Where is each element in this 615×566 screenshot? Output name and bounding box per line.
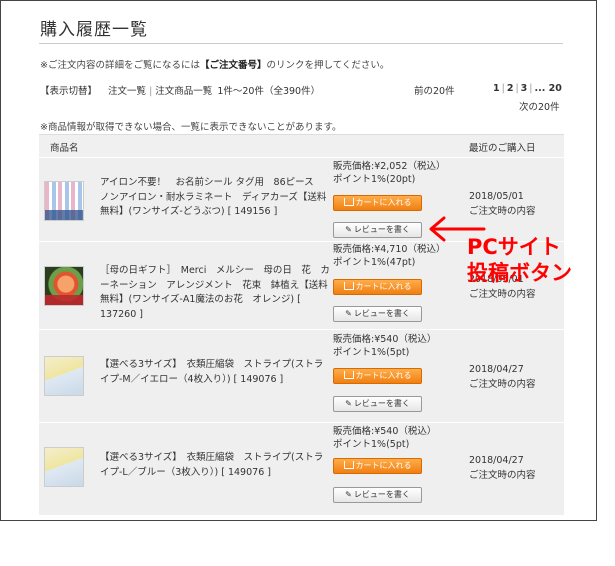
title-divider xyxy=(39,43,563,44)
add-to-cart-button[interactable]: カートに入れる xyxy=(333,368,422,384)
price: 販売価格:¥4,710（税込） ポイント1%(47pt) xyxy=(333,243,445,269)
product-name-link[interactable]: アイロン不要！ お名前シール タグ用 86ピース ノンアイロン・耐水ラミネート … xyxy=(100,176,332,220)
notice-suffix: のリンクを押してください。 xyxy=(266,60,390,71)
table-header: 商品名 最近のご購入日 xyxy=(39,134,564,157)
order-details-link[interactable]: ご注文時の内容 xyxy=(469,469,536,484)
price-text: 販売価格:¥540（税込） xyxy=(333,426,437,437)
page-link-1[interactable]: 1 xyxy=(493,83,500,94)
purchase-date: 2018/04/27 ご注文時の内容 xyxy=(469,454,536,483)
product-name-link[interactable]: 【選べる3サイズ】 衣類圧縮袋 ストライプ(ストライプ-M／イエロー（4枚入り）… xyxy=(100,358,332,387)
write-review-button[interactable]: ✎ レビューを書く xyxy=(333,396,422,412)
points-text: ポイント1%(20pt) xyxy=(333,174,416,185)
view-toolbar: 【表示切替】 注文一覧 | 注文商品一覧 1件～20件（全390件） xyxy=(40,86,321,97)
write-review-button[interactable]: ✎ レビューを書く xyxy=(333,222,422,238)
pagination: 1 | 2 | 3 |... 20 xyxy=(493,83,562,94)
cart-button-label: カートに入れる xyxy=(355,198,412,207)
pencil-icon: ✎ xyxy=(345,399,352,408)
product-thumbnail[interactable] xyxy=(44,356,84,396)
cart-button-label: カートに入れる xyxy=(355,461,412,470)
view-switch-label: 【表示切替】 xyxy=(40,86,98,97)
annotation-line-1: PCサイト xyxy=(467,235,561,259)
points-text: ポイント1%(5pt) xyxy=(333,439,410,450)
unavailable-note: ※商品情報が取得できない場合、一覧に表示できないことがあります。 xyxy=(40,122,342,133)
write-review-button[interactable]: ✎ レビューを書く xyxy=(333,487,422,503)
table-row: 【選べる3サイズ】 衣類圧縮袋 ストライプ(ストライプ-M／イエロー（4枚入り）… xyxy=(39,329,564,422)
add-to-cart-button[interactable]: カートに入れる xyxy=(333,458,422,474)
review-button-label: レビューを書く xyxy=(353,399,410,408)
purchase-date-text: 2018/04/27 xyxy=(469,364,524,375)
cart-button-label: カートに入れる xyxy=(355,371,412,380)
review-button-label: レビューを書く xyxy=(353,490,410,499)
product-thumbnail[interactable] xyxy=(44,447,84,487)
pencil-icon: ✎ xyxy=(345,490,352,499)
notice-prefix: ※ご注文内容の詳細をご覧になるには xyxy=(40,60,200,71)
price: 販売価格:¥540（税込） ポイント1%(5pt) xyxy=(333,425,436,451)
product-name-link[interactable]: ［母の日ギフト］ Merci メルシー 母の日 花 カーネーション アレンジメン… xyxy=(100,264,332,322)
page-title: 購入履歴一覧 xyxy=(40,20,148,40)
purchase-date-text: 2018/04/27 xyxy=(469,455,524,466)
page-frame: 購入履歴一覧 ※ご注文内容の詳細をご覧になるには【ご注文番号】のリンクを押してく… xyxy=(0,0,597,521)
review-button-label: レビューを書く xyxy=(353,225,410,234)
detail-notice: ※ご注文内容の詳細をご覧になるには【ご注文番号】のリンクを押してください。 xyxy=(40,57,389,71)
price: 販売価格:¥540（税込） ポイント1%(5pt) xyxy=(333,333,436,359)
product-name-link[interactable]: 【選べる3サイズ】 衣類圧縮袋 ストライプ(ストライプ-L／ブルー（3枚入り）)… xyxy=(100,451,332,480)
points-text: ポイント1%(47pt) xyxy=(333,257,416,268)
result-range: 1件～20件（全390件） xyxy=(217,86,321,97)
table-row: 【選べる3サイズ】 衣類圧縮袋 ストライプ(ストライプ-L／ブルー（3枚入り）)… xyxy=(39,422,564,515)
col-product-header: 商品名 xyxy=(50,143,79,154)
cart-icon xyxy=(343,371,354,379)
page-link-last[interactable]: ... 20 xyxy=(534,83,561,94)
annotation-label: PCサイト 投稿ボタン xyxy=(467,234,572,286)
purchase-date-text: 2018/05/01 xyxy=(469,191,524,202)
purchase-date: 2018/04/27 ご注文時の内容 xyxy=(469,363,536,392)
price-text: 販売価格:¥2,052（税込） xyxy=(333,161,446,172)
product-list-link[interactable]: 注文商品一覧 xyxy=(155,86,212,97)
order-list-link[interactable]: 注文一覧 xyxy=(108,86,146,97)
col-date-header: 最近のご購入日 xyxy=(469,143,536,154)
cart-icon xyxy=(343,461,354,469)
next-page-link[interactable]: 次の20件 xyxy=(519,99,560,113)
cart-icon xyxy=(343,282,354,290)
order-table: 商品名 最近のご購入日 アイロン不要！ お名前シール タグ用 86ピース ノンア… xyxy=(39,134,564,515)
pencil-icon: ✎ xyxy=(345,309,352,318)
cart-icon xyxy=(343,198,354,206)
notice-emphasis: 【ご注文番号】 xyxy=(199,60,267,71)
product-thumbnail[interactable] xyxy=(44,181,84,221)
price-text: 販売価格:¥540（税込） xyxy=(333,334,437,345)
order-details-link[interactable]: ご注文時の内容 xyxy=(469,288,536,303)
annotation-line-2: 投稿ボタン xyxy=(467,261,572,285)
price: 販売価格:¥2,052（税込） ポイント1%(20pt) xyxy=(333,160,445,186)
review-button-label: レビューを書く xyxy=(353,309,410,318)
add-to-cart-button[interactable]: カートに入れる xyxy=(333,279,422,295)
write-review-button[interactable]: ✎ レビューを書く xyxy=(333,306,422,322)
product-thumbnail[interactable] xyxy=(44,266,84,306)
order-details-link[interactable]: ご注文時の内容 xyxy=(469,378,536,393)
cart-button-label: カートに入れる xyxy=(355,282,412,291)
points-text: ポイント1%(5pt) xyxy=(333,347,410,358)
price-text: 販売価格:¥4,710（税込） xyxy=(333,244,446,255)
prev-page-link[interactable]: 前の20件 xyxy=(414,83,455,97)
pencil-icon: ✎ xyxy=(345,225,352,234)
add-to-cart-button[interactable]: カートに入れる xyxy=(333,195,422,211)
